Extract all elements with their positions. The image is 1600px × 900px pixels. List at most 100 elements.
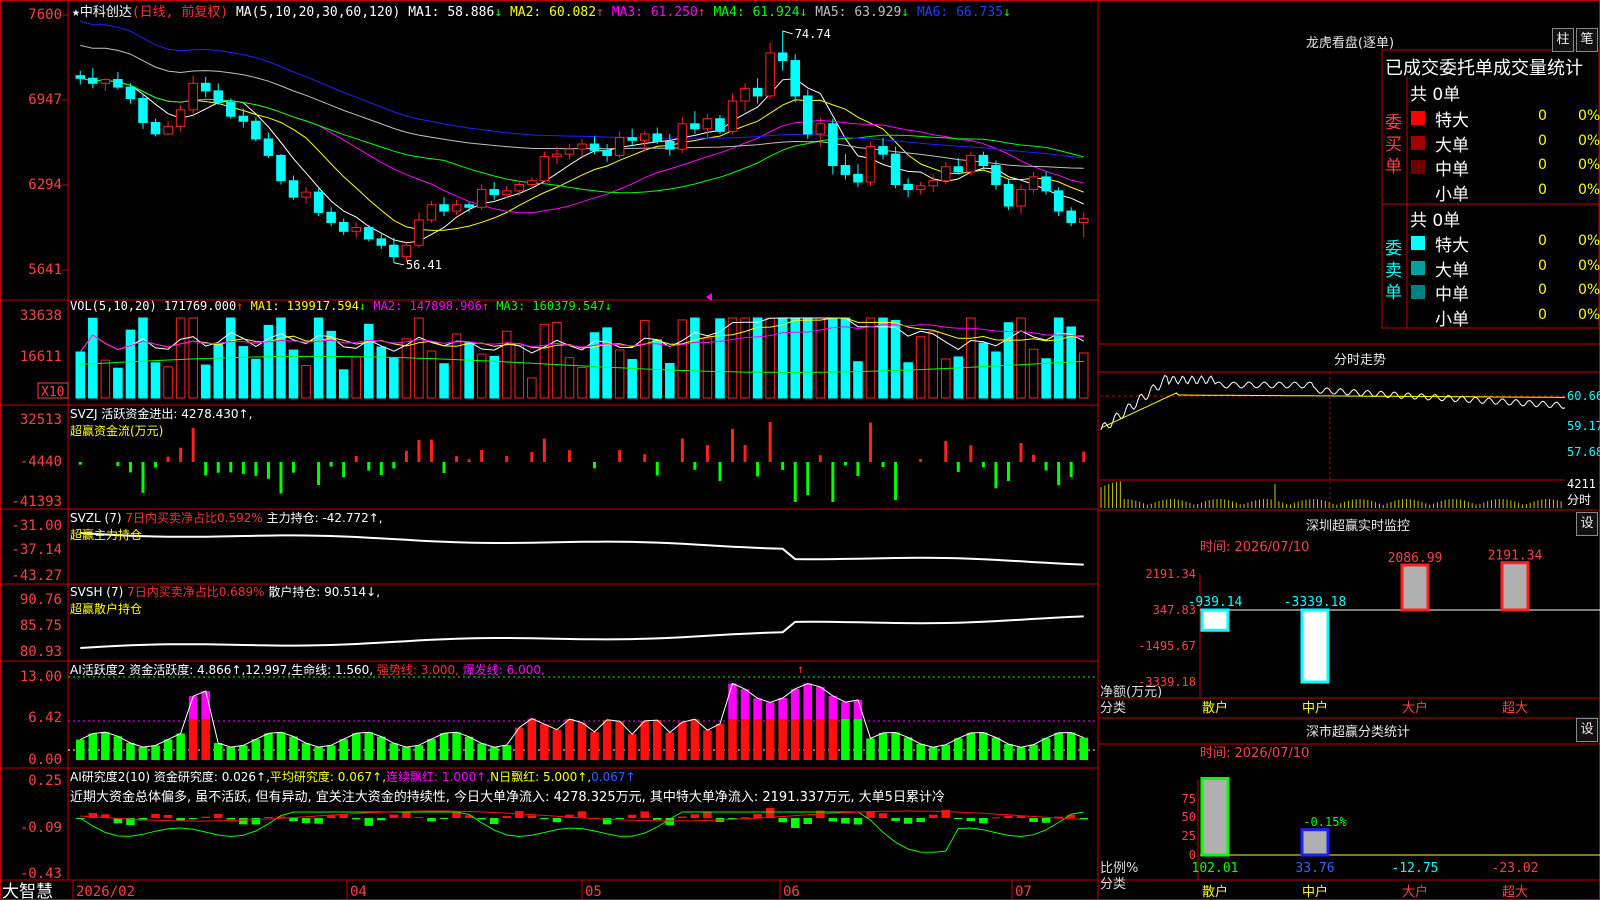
up-arrow-icon: ↑	[797, 662, 804, 676]
vol-item-4: MA3: 160379.547	[496, 299, 605, 313]
svsh-tick-label: 85.75	[20, 618, 62, 634]
ai-res-comment-text: 近期大资金总体偏多, 虽不活跃, 但有异动, 宜关注大资金的持续性, 今日大单净…	[70, 790, 945, 805]
candle-body	[263, 138, 274, 156]
ma-item-arrow: ↓	[494, 5, 510, 20]
sell-row-name: 大单	[1435, 260, 1469, 281]
research-bar	[213, 813, 223, 818]
candle-body	[401, 244, 412, 258]
fund-flow-bar	[442, 462, 446, 473]
fund-flow-bar	[731, 428, 735, 462]
volume-bar	[677, 319, 688, 399]
candle-body	[815, 123, 826, 135]
intraday-vol-unit: 分时	[1567, 493, 1591, 507]
ai-res-yel: 平均研究度: 0.067↑,	[269, 770, 387, 784]
candle-body	[376, 238, 387, 246]
svsh-white: 散户持仓: 90.514↓,	[264, 585, 381, 599]
activity-bar	[678, 722, 687, 760]
ma-item-6: MA6: 66.735	[916, 5, 1004, 20]
candle	[75, 70, 86, 85]
activity-bar	[765, 719, 775, 760]
candle	[175, 104, 186, 132]
candle-body	[476, 189, 487, 208]
candle	[865, 141, 876, 186]
volume-bar	[953, 356, 964, 399]
activity-bar	[577, 722, 587, 760]
activity-bar	[113, 736, 123, 760]
candle-body	[1028, 176, 1039, 191]
volume-bar	[1016, 317, 1026, 399]
fund-flow-bar	[204, 462, 208, 476]
svzl-tick-label: -43.27	[11, 568, 62, 584]
volume-bar	[251, 358, 261, 399]
research-bar	[351, 818, 361, 820]
candle-body	[677, 123, 688, 150]
candle-body	[501, 190, 512, 196]
buy-row-swatch	[1411, 185, 1425, 199]
activity-bar	[928, 747, 938, 760]
ai-res-yel2: N日飘红: 5.000↑,	[490, 770, 592, 784]
fund-flow-bar	[141, 462, 145, 493]
svsh-tick-label: 80.93	[20, 644, 62, 660]
candle	[752, 78, 763, 104]
candle-body	[953, 166, 964, 173]
candle	[715, 114, 725, 134]
fund-flow-bar	[116, 462, 120, 467]
research-bar	[615, 818, 624, 819]
activity-bar	[226, 747, 236, 760]
ai-res-mag: 连续飘红: 1.000↑,	[386, 770, 491, 784]
svzj-tick-label: -41393	[11, 494, 62, 510]
kline-chart[interactable]: 大智慧 2026/02 04 05 06 07 7600 6947 6294 5641 74.74…	[0, 0, 1600, 900]
monitor-settings-button[interactable]: 设	[1576, 512, 1598, 536]
volume-bar	[1003, 322, 1014, 399]
activity-bar	[176, 733, 185, 760]
volume-bar	[690, 317, 700, 399]
activity-bar	[816, 719, 825, 760]
volume-bar	[539, 323, 550, 399]
activity-bar	[690, 719, 700, 760]
svzl-sub: 超赢主力持仓	[70, 528, 143, 542]
fund-flow-bar	[593, 462, 597, 469]
activity-bar	[1054, 732, 1063, 760]
ai-res-header: AI研究度2(10) 资金研究度: 0.026↑,平均研究度: 0.067↑,连…	[70, 768, 636, 785]
monitor-bar	[1300, 608, 1330, 684]
lhb-title: 龙虎看盘(逐单)	[1290, 32, 1410, 51]
class-bar	[1200, 776, 1230, 857]
svsh-red: 7日内买卖净占比0.689%	[127, 585, 265, 599]
activity-bar	[552, 729, 562, 760]
research-bar	[201, 816, 210, 818]
fund-flow-bar	[693, 462, 697, 470]
candle-body	[552, 153, 562, 158]
min-price-label: 56.41	[406, 258, 442, 272]
buy-row-swatch	[1411, 160, 1425, 174]
candle	[702, 113, 713, 139]
research-bar	[991, 817, 1001, 819]
candle	[150, 118, 161, 137]
candle	[1041, 171, 1051, 195]
research-bar	[1029, 818, 1038, 822]
fund-flow-bar	[956, 462, 960, 472]
monitor-category-label: 中户	[1302, 700, 1328, 716]
activity-bar	[941, 744, 951, 760]
tick-mode-button[interactable]: 笔	[1576, 28, 1598, 52]
candle-body	[690, 123, 700, 130]
activity-bar	[1041, 738, 1051, 760]
activity-bar	[101, 732, 110, 760]
class-settings-button[interactable]: 设	[1576, 718, 1598, 742]
candle	[451, 199, 462, 215]
candle-body	[238, 115, 249, 122]
activity-bar	[88, 733, 98, 760]
activity-bar	[615, 721, 624, 760]
candle	[138, 93, 148, 129]
candle	[276, 154, 286, 185]
candle	[727, 93, 738, 134]
candle	[213, 83, 224, 105]
intraday-title-text: 分时走势	[1333, 353, 1386, 368]
bar-mode-button[interactable]: 柱	[1552, 28, 1574, 52]
volume-bar	[125, 329, 136, 399]
ma-item-5: MA5: 63.929	[815, 5, 902, 20]
candle	[790, 54, 800, 103]
retail-holding-line	[80, 615, 1084, 649]
class-tick-label: 25	[1182, 829, 1196, 843]
svsh-tick-label: 90.76	[20, 592, 62, 608]
svzl-name: SVZL (7)	[70, 511, 126, 525]
